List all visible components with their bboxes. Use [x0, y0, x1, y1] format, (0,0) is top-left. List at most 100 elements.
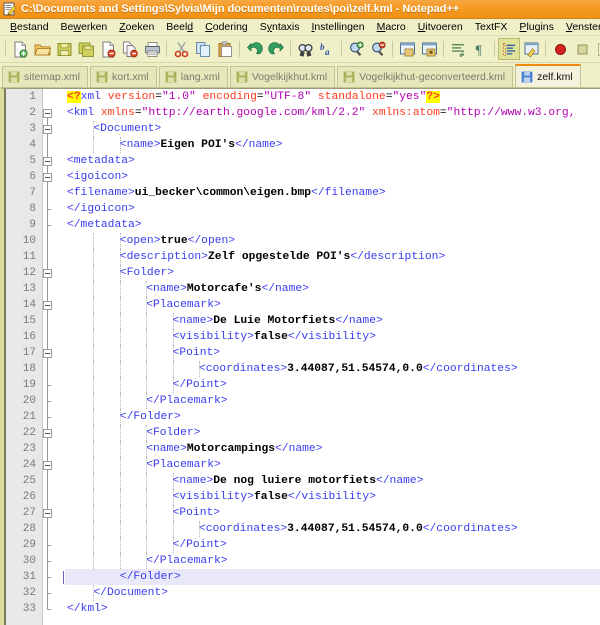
- tab-vogelkijkhut-kml[interactable]: Vogelkijkhut.kml: [229, 66, 336, 87]
- menu-item-instellingen[interactable]: Instellingen: [305, 19, 370, 35]
- tab-zelf-kml[interactable]: zelf.kml: [515, 64, 581, 87]
- close-file-icon[interactable]: [97, 38, 119, 60]
- code-line[interactable]: </Folder>: [65, 569, 600, 585]
- print-icon[interactable]: [141, 38, 163, 60]
- menu-item-textfx[interactable]: TextFX: [469, 19, 514, 35]
- code-line[interactable]: <igoicon>: [65, 169, 600, 185]
- tab-label: sitemap.xml: [24, 71, 81, 83]
- code-line[interactable]: <open>true</open>: [65, 233, 600, 249]
- menu-item-uitvoeren[interactable]: Uitvoeren: [412, 19, 469, 35]
- fold-toggle-icon[interactable]: [43, 348, 52, 358]
- code-line[interactable]: <name>Motorcafe's</name>: [65, 281, 600, 297]
- code-line[interactable]: <Folder>: [65, 265, 600, 281]
- code-line[interactable]: <visibility>false</visibility>: [65, 329, 600, 345]
- code-line[interactable]: <coordinates>3.44087,51.54574,0.0</coord…: [65, 521, 600, 537]
- code-line[interactable]: <Document>: [65, 121, 600, 137]
- fold-toggle-icon[interactable]: [43, 300, 52, 310]
- indent-guide-icon[interactable]: [498, 38, 520, 60]
- fold-margin[interactable]: [43, 89, 65, 625]
- tab-vogelkijkhut-geconverteerd-kml[interactable]: Vogelkijkhut-geconverteerd.kml: [337, 66, 514, 87]
- sync-horizontal-icon[interactable]: [418, 38, 440, 60]
- save-all-icon[interactable]: [75, 38, 97, 60]
- save-icon[interactable]: [53, 38, 75, 60]
- line-number: 3: [29, 123, 36, 135]
- new-file-icon[interactable]: [9, 38, 31, 60]
- menu-item-plugins[interactable]: Plugins: [513, 19, 559, 35]
- code-line[interactable]: </metadata>: [65, 217, 600, 233]
- code-line[interactable]: <Placemark>: [65, 297, 600, 313]
- tab-sitemap-xml[interactable]: sitemap.xml: [2, 66, 89, 87]
- code-line[interactable]: <Point>: [65, 505, 600, 521]
- code-line[interactable]: <name>De Luie Motorfiets</name>: [65, 313, 600, 329]
- toolbar-separator: [491, 40, 498, 58]
- line-number: 5: [29, 155, 36, 167]
- code-line[interactable]: <Point>: [65, 345, 600, 361]
- code-line[interactable]: </Point>: [65, 537, 600, 553]
- toolbar-separator: [389, 40, 396, 58]
- fold-toggle-icon[interactable]: [43, 124, 52, 134]
- line-number: 8: [29, 203, 36, 215]
- menu-item-macro[interactable]: Macro: [371, 19, 412, 35]
- menu-item-syntaxis[interactable]: Syntaxis: [254, 19, 306, 35]
- play-macro-icon[interactable]: [593, 38, 600, 60]
- code-line[interactable]: <?xml version="1.0" encoding="UTF-8" sta…: [65, 89, 600, 105]
- fold-toggle-icon[interactable]: [43, 156, 52, 166]
- code-line[interactable]: <filename>ui_becker\common\eigen.bmp</fi…: [65, 185, 600, 201]
- paste-icon[interactable]: [214, 38, 236, 60]
- code-line[interactable]: </Placemark>: [65, 553, 600, 569]
- word-wrap-icon[interactable]: [447, 38, 469, 60]
- cut-icon[interactable]: [170, 38, 192, 60]
- fold-guides: [43, 89, 65, 625]
- line-number: 11: [22, 251, 36, 263]
- code-line[interactable]: <description>Zelf opgestelde POI's</desc…: [65, 249, 600, 265]
- menu-item-zoeken[interactable]: Zoeken: [113, 19, 160, 35]
- user-define-dialog-icon[interactable]: [520, 38, 542, 60]
- menu-item-bestand[interactable]: Bestand: [4, 19, 55, 35]
- line-number: 6: [29, 171, 36, 183]
- code-line[interactable]: </Folder>: [65, 409, 600, 425]
- code-line[interactable]: <coordinates>3.44087,51.54574,0.0</coord…: [65, 361, 600, 377]
- fold-toggle-icon[interactable]: [43, 268, 52, 278]
- code-line[interactable]: <Placemark>: [65, 457, 600, 473]
- code-line[interactable]: <name>Motorcampings</name>: [65, 441, 600, 457]
- find-icon[interactable]: [294, 38, 316, 60]
- copy-icon[interactable]: [192, 38, 214, 60]
- sync-vertical-icon[interactable]: [396, 38, 418, 60]
- code-line[interactable]: </Document>: [65, 585, 600, 601]
- tab-kort-xml[interactable]: kort.xml: [90, 66, 157, 87]
- fold-toggle-icon[interactable]: [43, 108, 52, 118]
- zoom-out-icon[interactable]: [367, 38, 389, 60]
- fold-toggle-icon[interactable]: [43, 508, 52, 518]
- menu-item-beeld[interactable]: Beeld: [160, 19, 199, 35]
- code-line[interactable]: <name>Eigen POI's</name>: [65, 137, 600, 153]
- menu-item-codering[interactable]: Codering: [199, 19, 254, 35]
- record-macro-icon[interactable]: [549, 38, 571, 60]
- line-number-gutter: 1 2 3 4 5 6 7 8 9 10 11 12 13 14 15 16 17 18 19 20 21 22 23 24 2…: [4, 89, 43, 625]
- code-line[interactable]: </igoicon>: [65, 201, 600, 217]
- show-all-chars-icon[interactable]: ¶: [469, 38, 491, 60]
- menu-item-bewerken[interactable]: Bewerken: [55, 19, 114, 35]
- close-all-icon[interactable]: [119, 38, 141, 60]
- code-line[interactable]: <visibility>false</visibility>: [65, 489, 600, 505]
- code-line[interactable]: </Placemark>: [65, 393, 600, 409]
- replace-icon[interactable]: b a: [316, 38, 338, 60]
- code-line[interactable]: </kml>: [65, 601, 600, 617]
- undo-icon[interactable]: [243, 38, 265, 60]
- code-line[interactable]: </Point>: [65, 377, 600, 393]
- code-line[interactable]: <kml xmlns="http://earth.google.com/kml/…: [65, 105, 600, 121]
- code-line[interactable]: <name>De nog luiere motorfiets</name>: [65, 473, 600, 489]
- code-content[interactable]: <?xml version="1.0" encoding="UTF-8" sta…: [65, 89, 600, 625]
- fold-toggle-icon[interactable]: [43, 428, 52, 438]
- saved-file-icon: [343, 71, 355, 83]
- tab-lang-xml[interactable]: lang.xml: [158, 66, 228, 87]
- open-folder-icon[interactable]: [31, 38, 53, 60]
- code-line[interactable]: <metadata>: [65, 153, 600, 169]
- zoom-in-icon[interactable]: [345, 38, 367, 60]
- fold-toggle-icon[interactable]: [43, 172, 52, 182]
- menu-item-vensters[interactable]: Vensters: [560, 19, 600, 35]
- redo-icon[interactable]: [265, 38, 287, 60]
- stop-macro-icon[interactable]: [571, 38, 593, 60]
- code-line[interactable]: <Folder>: [65, 425, 600, 441]
- editor-area[interactable]: 1 2 3 4 5 6 7 8 9 10 11 12 13 14 15 16 17 18 19 20 21 22 23 24 2…: [0, 88, 600, 625]
- fold-toggle-icon[interactable]: [43, 460, 52, 470]
